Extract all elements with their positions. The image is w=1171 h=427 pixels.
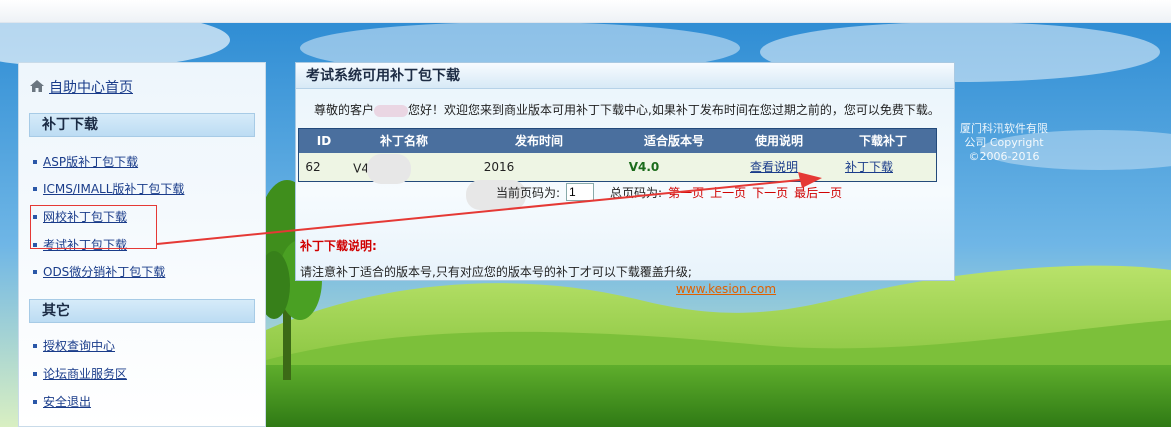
annotation-arrow: [156, 172, 822, 245]
